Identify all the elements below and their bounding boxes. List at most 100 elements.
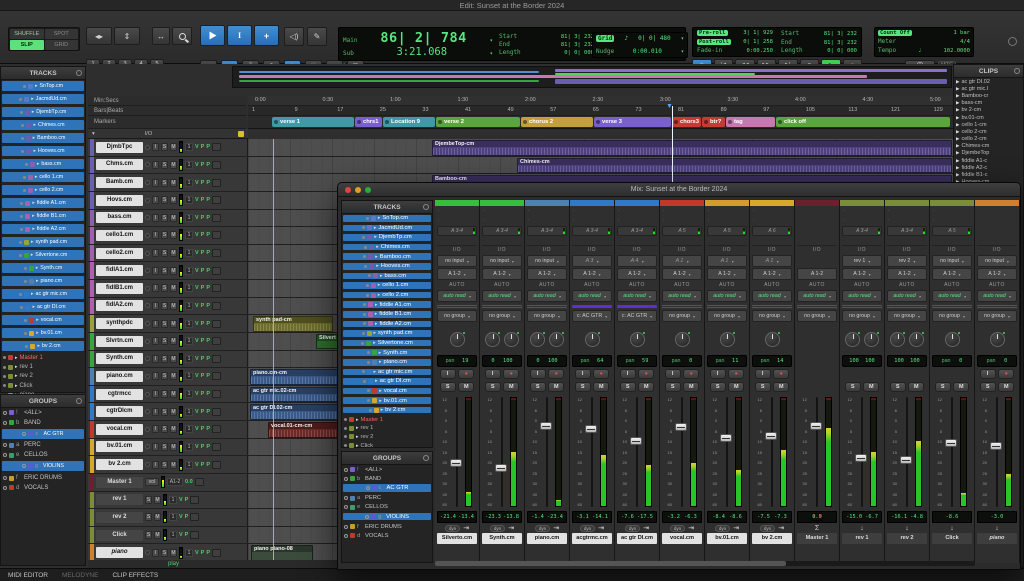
solo-mute-row[interactable]: SM (527, 380, 567, 393)
track-name-plate[interactable]: Hovs.cm (96, 195, 143, 206)
fader-track[interactable] (854, 395, 868, 509)
timeline-marker[interactable]: verse 2 (436, 117, 520, 127)
pan-knobs[interactable] (887, 323, 927, 355)
record-arm-button[interactable]: ● (773, 369, 789, 379)
strip-name-plate[interactable]: vocal.cm (662, 533, 702, 544)
input-selector[interactable]: rev 2▾ (887, 255, 927, 267)
pan-knob[interactable] (675, 332, 690, 347)
track-name-plate[interactable]: cello2.cm (96, 248, 143, 259)
input-monitor-button[interactable]: I (152, 267, 159, 275)
track-controls[interactable]: Slvrtn.cmISM1VPP (88, 333, 248, 350)
automation-mode-selector[interactable]: auto read▾ (842, 290, 882, 302)
fader-track[interactable] (539, 395, 553, 509)
input-record-row[interactable] (932, 367, 972, 380)
clip-list-item[interactable]: ▶bv.01-cm (954, 114, 1023, 121)
input-monitor-button[interactable]: I (152, 408, 159, 416)
fader-section[interactable]: 1260510152025304060 (617, 393, 657, 511)
sidebar-track-item[interactable]: ▸rev 2 (1, 372, 85, 381)
sends-section[interactable]: ··A 5 (707, 206, 747, 246)
sidebar-group-item[interactable]: bBAND (1, 418, 85, 428)
dyn-button[interactable]: dyn (535, 525, 550, 532)
pan-knob[interactable] (765, 332, 780, 347)
solo-button[interactable]: S (575, 382, 591, 392)
pan-view-toggle[interactable]: P (201, 356, 205, 362)
mute-button[interactable]: M (170, 320, 177, 328)
record-enable-icon[interactable] (145, 444, 150, 449)
send-slot[interactable]: A 3-4 (572, 226, 612, 236)
pan-knobs[interactable] (572, 323, 612, 355)
solo-button[interactable]: S (161, 161, 168, 169)
voice-selector[interactable]: 1 (185, 267, 193, 275)
automation-mode-selector[interactable]: auto read▾ (572, 290, 612, 302)
show-hide-dot-icon[interactable] (3, 366, 6, 369)
sidebar-track-item[interactable]: ▸SnTop.cm (342, 214, 432, 223)
track-controls[interactable]: fidlA2.cmISM1VPP (88, 298, 248, 315)
input-selector[interactable]: rev 1▾ (842, 255, 882, 267)
volume-view-toggle[interactable]: V (179, 532, 183, 538)
voice-selector[interactable]: 1 (185, 214, 193, 222)
group-enable-icon[interactable] (3, 476, 7, 480)
send-slot-empty[interactable]: · (527, 217, 567, 226)
bookmark-icon[interactable] (238, 131, 244, 137)
solo-button[interactable]: S (890, 382, 906, 392)
voice-selector[interactable]: 1 (185, 143, 193, 151)
voice-selector[interactable]: 1 (185, 372, 193, 380)
pan-view-toggle[interactable]: P (206, 444, 210, 450)
sidebar-group-item[interactable]: fERIC DRUMS (342, 522, 432, 531)
automation-mode-button[interactable] (195, 478, 204, 486)
pan-value-row[interactable]: pan64 (572, 355, 612, 367)
group-selector[interactable]: no group▾ (932, 310, 972, 322)
track-name-plate[interactable]: DjmbTpc (96, 142, 143, 153)
mute-button[interactable]: M (548, 382, 564, 392)
input-record-row[interactable]: I● (977, 367, 1017, 380)
track-controls[interactable]: rev 1SM1VP (88, 492, 248, 509)
solo-button[interactable]: S (161, 267, 168, 275)
record-enable-icon[interactable] (145, 356, 150, 361)
pan-value[interactable]: 100 (894, 358, 904, 364)
input-record-row[interactable]: I● (572, 367, 612, 380)
pan-value[interactable]: 100 (503, 358, 513, 364)
pan-knob[interactable] (485, 332, 500, 347)
solo-button[interactable]: S (145, 531, 152, 539)
sidebar-track-item[interactable]: ▸JacmdUd.cm (342, 224, 432, 233)
sidebar-track-item[interactable]: ▸ac gtr DI.cm (1, 301, 85, 313)
input-monitor-button[interactable]: I (152, 461, 159, 469)
pan-view-toggle[interactable]: P (201, 391, 205, 397)
fader-handle[interactable] (765, 432, 777, 440)
input-selector[interactable]: no input▾ (437, 255, 477, 267)
sidebar-group-item[interactable]: !<ALL> (342, 465, 432, 474)
input-selector[interactable]: no input▾ (482, 255, 522, 267)
group-enable-icon[interactable] (344, 534, 348, 538)
group-selector[interactable]: no group▾ (752, 310, 792, 322)
timeline-marker[interactable]: click off (776, 117, 950, 127)
pan-knob[interactable] (909, 332, 924, 347)
timeline-marker[interactable]: verse 1 (272, 117, 354, 127)
show-hide-dot-icon[interactable] (20, 202, 23, 205)
show-hide-dot-icon[interactable] (362, 236, 365, 239)
fader-track[interactable] (944, 395, 958, 509)
volume-view-toggle[interactable]: V (195, 250, 199, 256)
group-enable-icon[interactable] (366, 486, 370, 490)
automation-mode-button[interactable] (212, 214, 221, 222)
group-enable-icon[interactable] (3, 453, 7, 457)
record-arm-button[interactable]: ● (638, 369, 654, 379)
dyn-row[interactable]: ↓ (932, 523, 972, 533)
strip-name-plate[interactable]: rev 1 (842, 533, 882, 544)
send-slot-empty[interactable]: · (617, 208, 657, 217)
send-slot-empty[interactable]: · (662, 208, 702, 217)
strip-name-plate[interactable]: Silverto.cm (437, 533, 477, 544)
sidebar-track-item[interactable]: ▸DjembTp.cm (1, 106, 85, 118)
sends-section[interactable]: ··A 6 (752, 206, 792, 246)
grabber-tool-button[interactable]: + (254, 25, 279, 46)
fader-section[interactable]: 1260510152025304060 (662, 393, 702, 511)
automation-mode-button[interactable] (212, 196, 221, 204)
pan-value-row[interactable]: 0100 (527, 355, 567, 367)
record-enable-icon[interactable] (145, 462, 150, 467)
voice-selector[interactable]: 1 (185, 461, 193, 469)
pan-knobs[interactable] (482, 323, 522, 355)
fader-section[interactable]: 1260510152025304060 (527, 393, 567, 511)
pan-view-toggle[interactable]: P (201, 215, 205, 221)
automation-mode-button[interactable] (212, 337, 221, 345)
volume-view-toggle[interactable]: V (195, 373, 199, 379)
sends-section[interactable] (797, 206, 837, 246)
